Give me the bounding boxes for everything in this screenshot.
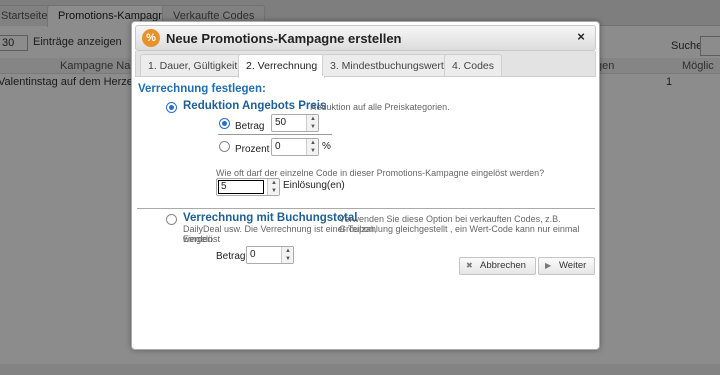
close-icon: ✖	[466, 261, 473, 270]
tab-verrechnung[interactable]: 2. Verrechnung	[238, 54, 326, 78]
redemption-question: Wie oft darf der einzelne Code in dieser…	[216, 168, 545, 178]
buchungstotal-betrag-label: Betrag	[216, 251, 246, 262]
chevron-up-icon[interactable]: ▲	[307, 139, 319, 147]
dialog-titlebar[interactable]: % Neue Promotions-Kampagne erstellen ×	[135, 25, 596, 51]
option-buchungstotal-description: DailyDeal usw. Die Verrechnung ist einer…	[183, 224, 580, 244]
betrag-label: Betrag	[235, 121, 265, 132]
prozent-value: 0	[275, 141, 281, 152]
chevron-right-icon: ▶	[545, 261, 552, 270]
chevron-down-icon[interactable]: ▼	[282, 255, 294, 263]
chevron-down-icon[interactable]: ▼	[307, 123, 319, 131]
redemptions-input[interactable]: 5	[218, 180, 264, 194]
chevron-up-icon[interactable]: ▲	[268, 179, 280, 187]
next-button[interactable]: ▶ Weiter	[538, 257, 595, 275]
option-reduktion-description: Reduktion auf alle Preiskategorien.	[310, 102, 450, 112]
prozent-label: Prozent	[235, 144, 270, 155]
tab-dauer-gueltigkeit[interactable]: 1. Dauer, Gültigkeit	[140, 54, 246, 76]
prozent-stepper[interactable]: 0 ▲ ▼	[271, 138, 319, 156]
chevron-up-icon[interactable]: ▲	[282, 247, 294, 255]
chevron-up-icon[interactable]: ▲	[307, 115, 319, 123]
betrag-value: 50	[275, 117, 287, 128]
cancel-button[interactable]: ✖ Abbrechen	[459, 257, 536, 275]
cancel-button-label: Abbrechen	[480, 260, 526, 271]
next-button-label: Weiter	[559, 260, 587, 271]
dialog-title: Neue Promotions-Kampagne erstellen	[166, 31, 402, 46]
radio-reduktion-angebots-preis[interactable]	[166, 102, 177, 113]
chevron-down-icon[interactable]: ▼	[307, 147, 319, 155]
section-title: Verrechnung festlegen:	[138, 83, 266, 95]
chevron-down-icon[interactable]: ▼	[268, 187, 280, 195]
option-buchungstotal-description: werden.	[183, 234, 216, 244]
dialog-tab-bar: 1. Dauer, Gültigkeit 2. Verrechnung 3. M…	[135, 51, 596, 78]
option-reduktion-title: Reduktion Angebots Preis	[183, 100, 327, 112]
buchungstotal-betrag-stepper[interactable]: 0 ▲ ▼	[246, 246, 294, 264]
radio-verrechnung-buchungstotal[interactable]	[166, 214, 177, 225]
percent-sign: %	[322, 141, 331, 152]
tab-codes[interactable]: 4. Codes	[444, 54, 503, 76]
buchungstotal-betrag-value: 0	[250, 249, 256, 260]
new-campaign-dialog: % Neue Promotions-Kampagne erstellen × 1…	[131, 21, 600, 350]
redemptions-unit: Einlösung(en)	[283, 180, 345, 191]
radio-prozent[interactable]	[219, 141, 230, 152]
radio-betrag[interactable]	[219, 118, 230, 129]
close-icon[interactable]: ×	[573, 29, 589, 45]
percent-icon: %	[142, 29, 160, 47]
redemptions-stepper[interactable]: 5 ▲ ▼	[216, 178, 280, 196]
betrag-stepper[interactable]: 50 ▲ ▼	[271, 114, 319, 132]
section-divider	[137, 208, 595, 209]
option-buchungstotal-title: Verrechnung mit Buchungstotal	[183, 212, 358, 224]
tab-mindestbuchungswert[interactable]: 3. Mindestbuchungswert	[322, 54, 452, 76]
divider	[218, 134, 332, 135]
